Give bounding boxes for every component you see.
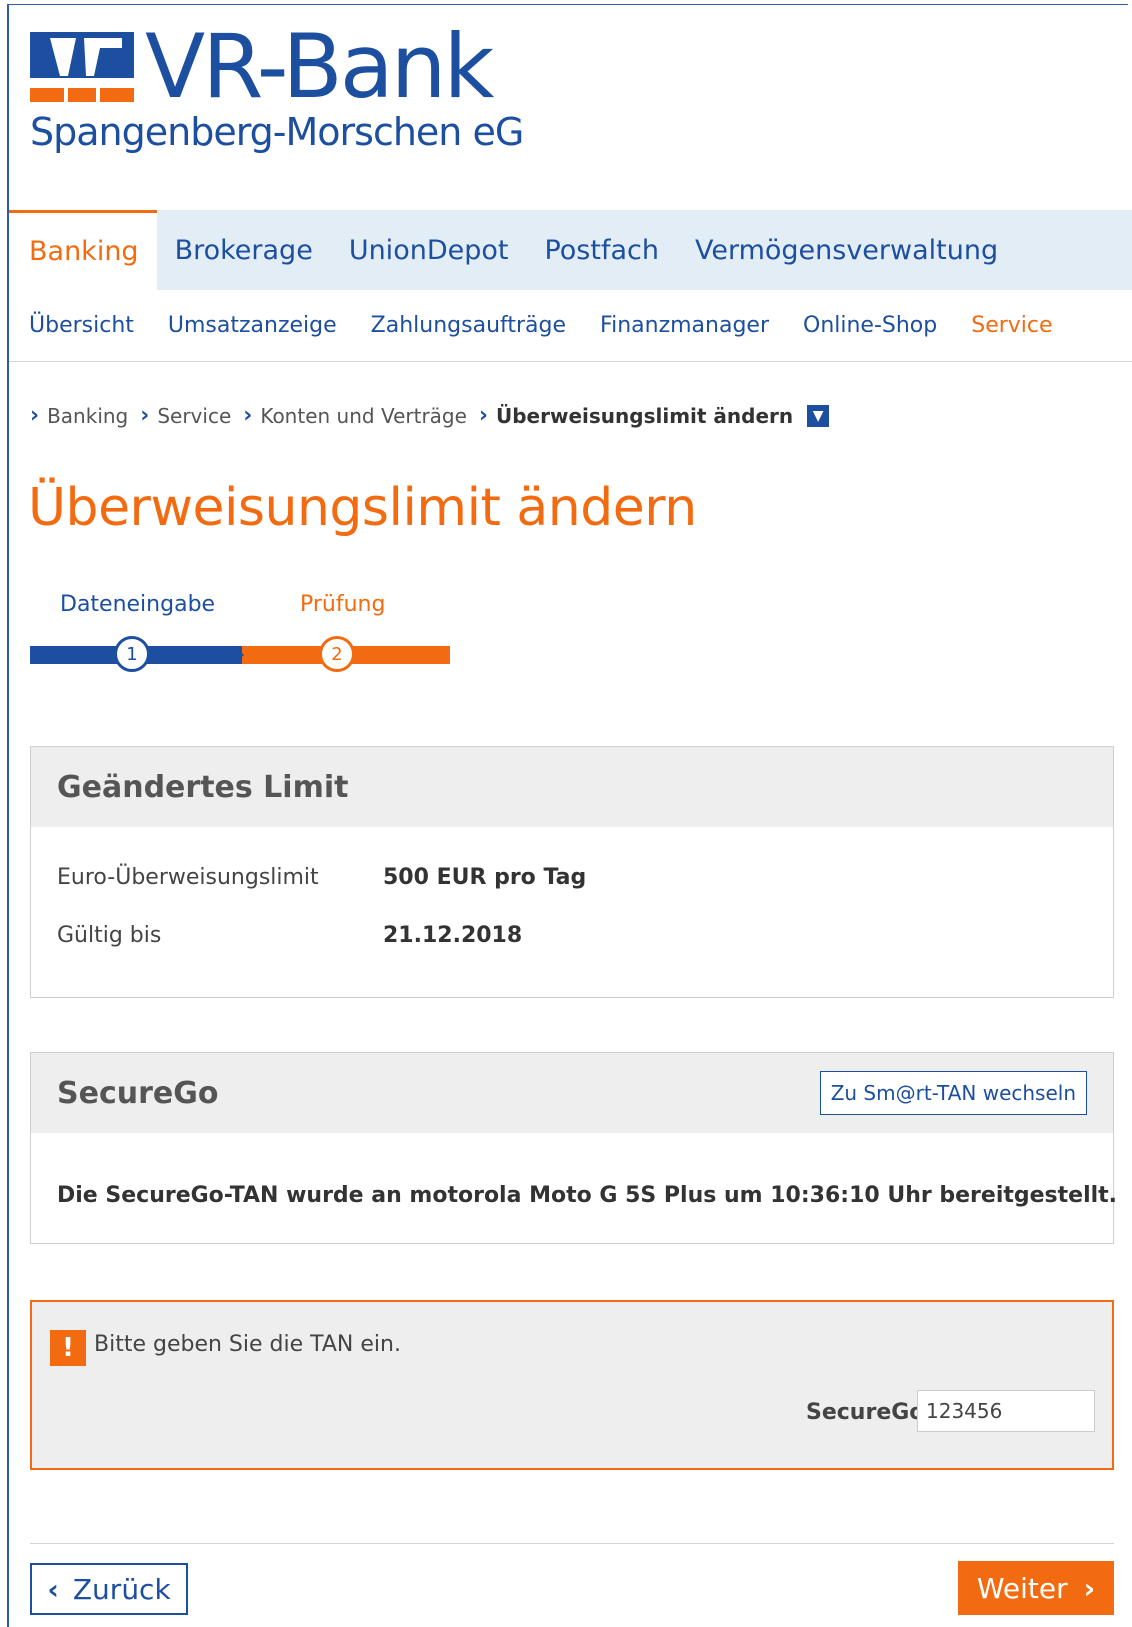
tan-input[interactable] <box>917 1390 1095 1432</box>
sub-nav-service[interactable]: Service <box>955 313 1070 338</box>
sub-nav-umsatzanzeige[interactable]: Umsatzanzeige <box>152 313 355 338</box>
volksbank-logo-icon <box>30 32 134 102</box>
chevron-down-icon[interactable]: ▼ <box>807 404 830 427</box>
bank-subtitle: Spangenberg-Morschen eG <box>30 110 524 154</box>
bank-name: VR-Bank <box>145 15 494 118</box>
progress-stepper: Dateneingabe Prüfung 1 2 <box>30 592 450 682</box>
main-navigation: Banking Brokerage UnionDepot Postfach Ve… <box>9 210 1132 290</box>
step-circle-1[interactable]: 1 <box>114 636 150 672</box>
step-label-pruefung: Prüfung <box>300 592 386 617</box>
bank-logo[interactable]: VR-Bank Spangenberg-Morschen eG <box>30 15 550 178</box>
sub-nav-zahlungsauftraege[interactable]: Zahlungsaufträge <box>355 313 584 338</box>
breadcrumb-label: Banking <box>47 403 129 428</box>
valid-until-value: 21.12.2018 <box>383 923 523 948</box>
valid-until-label: Gültig bis <box>57 923 162 948</box>
chevron-right-icon: › <box>30 403 40 428</box>
next-button[interactable]: Weiter › <box>958 1561 1114 1615</box>
switch-to-smart-tan-button[interactable]: Zu Sm@rt-TAN wechseln <box>819 1071 1087 1115</box>
step-circle-2: 2 <box>319 636 355 672</box>
chevron-left-icon: ‹ <box>47 1572 59 1606</box>
main-nav-vermoegensverwaltung[interactable]: Vermögensverwaltung <box>677 210 1016 290</box>
chevron-right-icon: › <box>478 403 488 428</box>
tan-prompt: Bitte geben Sie die TAN ein. <box>94 1332 401 1357</box>
breadcrumb-item-current: › Überweisungslimit ändern <box>479 403 793 428</box>
securego-message: Die SecureGo-TAN wurde an motorola Moto … <box>57 1183 1118 1208</box>
tan-field-label: SecureGo <box>806 1400 925 1425</box>
sub-nav-uebersicht[interactable]: Übersicht <box>9 313 152 338</box>
limit-label: Euro-Überweisungslimit <box>57 865 319 890</box>
breadcrumb-item-konten[interactable]: › Konten und Verträge <box>243 403 467 428</box>
breadcrumb: › Banking › Service › Konten und Verträg… <box>30 403 830 428</box>
divider <box>30 1543 1114 1544</box>
main-nav-brokerage[interactable]: Brokerage <box>157 210 331 290</box>
limit-value: 500 EUR pro Tag <box>383 865 587 890</box>
breadcrumb-item-banking[interactable]: › Banking <box>30 403 128 428</box>
sub-nav-finanzmanager[interactable]: Finanzmanager <box>584 313 787 338</box>
breadcrumb-item-service[interactable]: › Service <box>140 403 231 428</box>
panel-header: SecureGo Zu Sm@rt-TAN wechseln <box>31 1053 1113 1133</box>
sub-navigation: Übersicht Umsatzanzeige Zahlungsaufträge… <box>9 290 1132 362</box>
chevron-right-icon: › <box>1083 1571 1096 1605</box>
panel-header: Geändertes Limit <box>31 747 1113 827</box>
main-nav-uniondepot[interactable]: UnionDepot <box>331 210 527 290</box>
changed-limit-panel: Geändertes Limit Euro-Überweisungslimit 5… <box>30 746 1114 998</box>
back-button[interactable]: ‹ Zurück <box>30 1563 188 1615</box>
page-title: Überweisungslimit ändern <box>28 478 697 538</box>
step-arrow <box>234 646 244 664</box>
back-button-label: Zurück <box>72 1572 171 1606</box>
exclamation-icon: ! <box>50 1330 86 1366</box>
step-label-dateneingabe[interactable]: Dateneingabe <box>60 592 215 617</box>
chevron-right-icon: › <box>140 403 150 428</box>
panel-title: Geändertes Limit <box>57 769 349 805</box>
sub-nav-online-shop[interactable]: Online-Shop <box>787 313 955 338</box>
breadcrumb-label: Konten und Verträge <box>260 403 467 428</box>
valid-until-row: Gültig bis 21.12.2018 <box>57 923 522 948</box>
main-nav-postfach[interactable]: Postfach <box>526 210 677 290</box>
chevron-right-icon: › <box>243 403 253 428</box>
breadcrumb-label: Überweisungslimit ändern <box>496 403 794 428</box>
securego-panel: SecureGo Zu Sm@rt-TAN wechseln Die Secur… <box>30 1052 1118 1244</box>
main-nav-banking[interactable]: Banking <box>9 210 157 290</box>
next-button-label: Weiter <box>976 1571 1068 1605</box>
tan-entry-box: ! Bitte geben Sie die TAN ein. SecureGo <box>30 1300 1114 1470</box>
limit-row: Euro-Überweisungslimit 500 EUR pro Tag <box>57 865 586 890</box>
breadcrumb-label: Service <box>157 403 232 428</box>
panel-title: SecureGo <box>57 1075 219 1111</box>
